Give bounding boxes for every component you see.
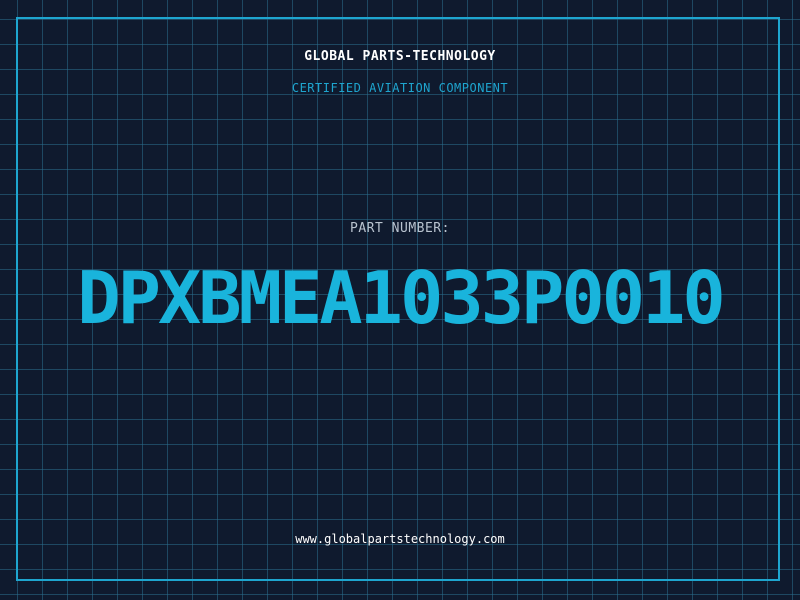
part-number-value: DPXBMEA1033P0010 [77,256,726,340]
brand-name: GLOBAL PARTS-TECHNOLOGY [304,49,496,64]
website-url: www.globalpartstechnology.com [295,532,505,546]
certification-subtitle: CERTIFIED AVIATION COMPONENT [291,81,509,95]
label-canvas: GLOBAL PARTS-TECHNOLOGY CERTIFIED AVIATI… [0,0,800,600]
part-number-label: PART NUMBER: [350,221,450,236]
